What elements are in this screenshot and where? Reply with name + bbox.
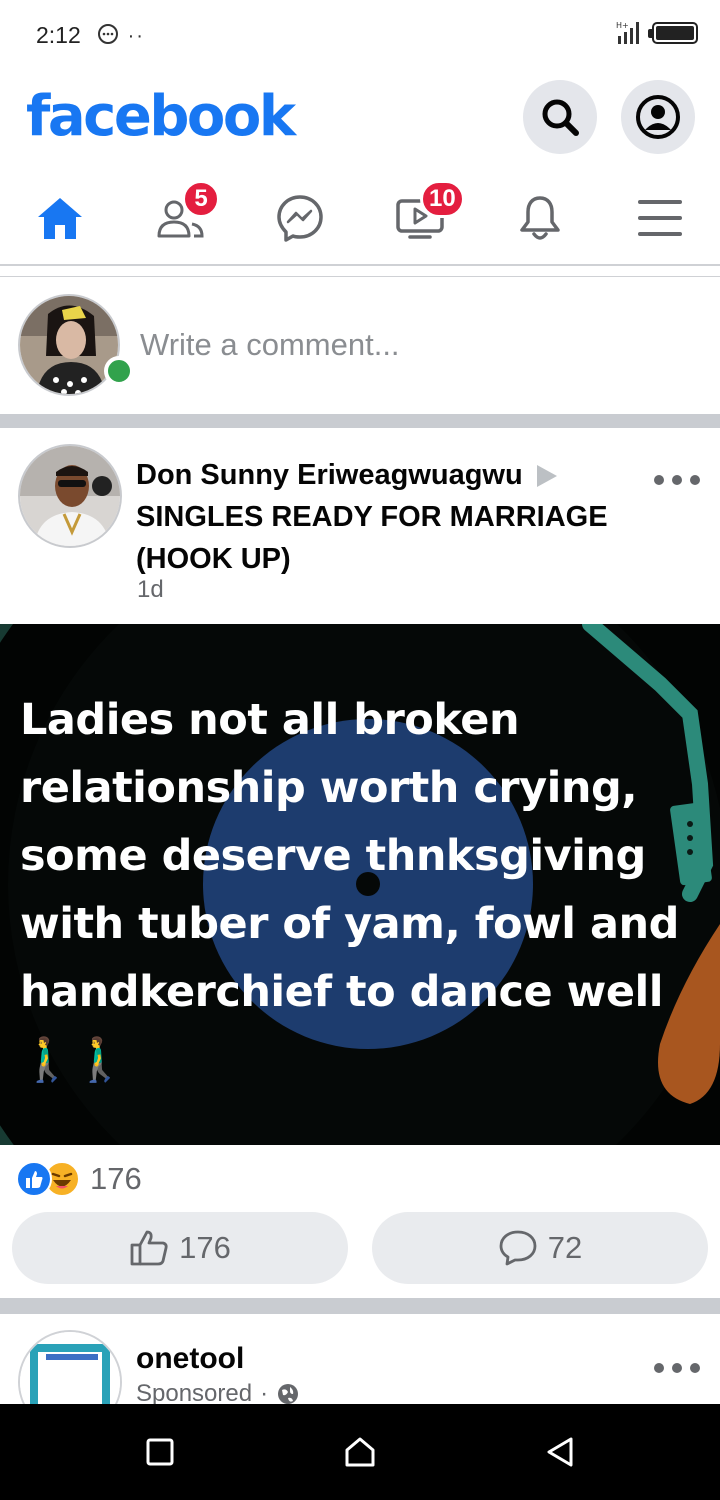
comment-input[interactable]: Write a comment... [140,327,400,363]
author-photo [20,446,120,546]
top-nav-tabs: 5 10 [0,170,720,266]
current-user-avatar[interactable] [18,294,120,396]
thumbs-up-icon [130,1230,168,1266]
like-count: 176 [179,1230,231,1265]
status-bar: 2:12 ·· H+ [0,0,720,70]
onetool-logo [20,1332,120,1406]
comment-composer: Write a comment... [0,276,720,414]
comment-button[interactable]: 72 [372,1212,708,1284]
tab-notifications[interactable] [510,190,570,246]
triangle-back-icon [547,1437,573,1467]
post-author-line: Don Sunny Eriweagwuagwu SINGLES READY FOR… [136,454,676,580]
sponsor-meta: Sponsored · [136,1380,300,1406]
messenger-icon [277,195,323,242]
comment-bubble-icon [499,1230,537,1266]
status-right: H+ [614,20,698,46]
status-notification-icons: ·· [96,22,145,48]
sponsored-more-options-icon[interactable] [654,1358,700,1378]
house-outline-icon [345,1437,375,1467]
post-timestamp[interactable]: 1d [137,576,164,604]
like-button[interactable]: 176 [12,1212,348,1284]
section-divider [0,1298,720,1314]
sponsored-label[interactable]: Sponsored [136,1380,252,1406]
reactions-count: 176 [90,1161,142,1196]
reactions-summary[interactable]: 176 [16,1158,142,1200]
back-button[interactable] [542,1434,578,1470]
hamburger-icon [638,200,682,236]
post-group-name[interactable]: SINGLES READY FOR MARRIAGE (HOOK UP) [136,501,608,575]
recents-button[interactable] [142,1434,178,1470]
tab-messenger[interactable] [270,190,330,246]
status-time: 2:12 [36,22,81,48]
search-icon [542,99,579,136]
comment-count: 72 [547,1230,583,1265]
sponsor-name[interactable]: onetool [136,1342,244,1376]
arrow-right-icon [536,465,557,488]
chat-bubble-icon [98,24,118,44]
user-circle-icon [636,95,680,139]
author-avatar[interactable] [18,444,122,548]
android-nav-bar [0,1404,720,1500]
section-divider [0,414,720,428]
sponsor-avatar[interactable] [18,1330,122,1406]
square-icon [146,1438,174,1466]
profile-button[interactable] [621,80,695,154]
globe-icon [278,1384,299,1404]
sponsored-post-header: onetool Sponsored · [0,1316,720,1406]
tab-menu[interactable] [630,190,690,246]
post-header: Don Sunny Eriweagwuagwu SINGLES READY FOR… [0,428,720,624]
battery-icon [648,22,698,44]
signal-icon: H+ [616,21,639,44]
home-icon [38,198,82,239]
bell-icon [520,196,560,240]
svg-text:H+: H+ [616,21,629,30]
post-more-options-icon[interactable] [654,470,700,490]
tab-home[interactable] [30,190,90,246]
post-text: Ladies not all broken relationship worth… [20,695,679,1085]
search-button[interactable] [523,80,597,154]
online-status-dot [104,356,134,386]
friends-badge: 5 [182,180,220,218]
like-reaction-icon [16,1161,52,1197]
facebook-logo[interactable]: facebook [26,84,296,149]
post-author-name[interactable]: Don Sunny Eriweagwuagwu [136,459,523,491]
user-photo [20,296,118,394]
app-header: facebook [0,70,720,170]
more-status-dots: ·· [127,25,145,47]
watch-badge: 10 [420,180,465,218]
home-button[interactable] [342,1434,378,1470]
